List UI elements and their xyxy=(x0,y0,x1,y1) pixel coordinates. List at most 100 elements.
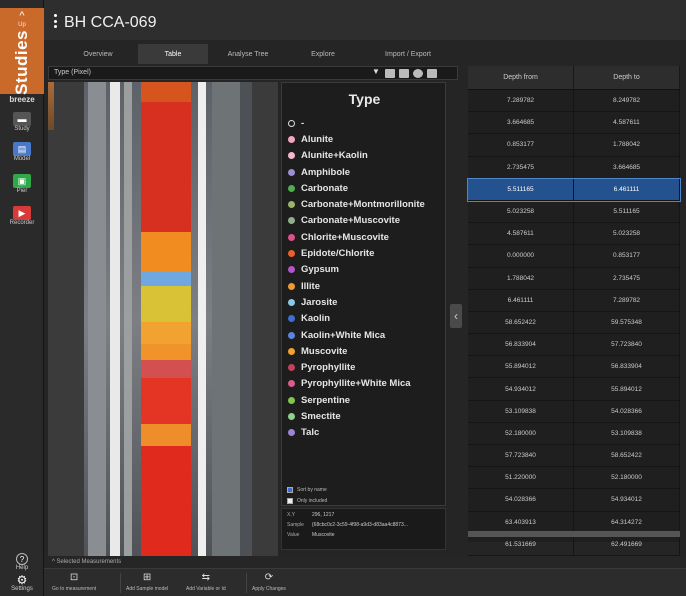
tab-import-export[interactable]: Import / Export xyxy=(358,44,458,64)
table-row[interactable]: 2.735475 3.664685 xyxy=(468,156,680,179)
image-view-icon[interactable] xyxy=(385,69,395,78)
list-view-icon[interactable] xyxy=(427,69,437,78)
cell-depth-from[interactable]: 57.723840 xyxy=(468,445,574,467)
legend-item[interactable]: Smectite xyxy=(288,408,425,424)
selected-measurements-bar[interactable]: ^ Selected Measurements xyxy=(44,556,686,568)
table-row[interactable]: 54.028366 54.934012 xyxy=(468,489,680,512)
cell-depth-to[interactable]: 55.894012 xyxy=(574,378,680,400)
table-row[interactable]: 3.664685 4.587611 xyxy=(468,112,680,135)
cell-depth-from[interactable]: 52.180000 xyxy=(468,422,574,444)
legend-item[interactable]: Carbonate xyxy=(288,180,425,196)
cell-depth-from[interactable]: 1.788042 xyxy=(468,267,574,289)
cell-depth-from[interactable]: 54.028366 xyxy=(468,489,574,511)
legend-item[interactable]: Illite xyxy=(288,278,425,294)
legend-item[interactable]: - xyxy=(288,115,425,131)
study-button[interactable]: ▬ Study xyxy=(4,106,40,138)
legend-item[interactable]: Carbonate+Montmorillonite xyxy=(288,196,425,212)
table-row[interactable]: 7.289782 8.249782 xyxy=(468,90,680,113)
legend-item[interactable]: Epidote/Chlorite xyxy=(288,245,425,261)
core-image-panel[interactable] xyxy=(48,82,278,556)
recorder-button[interactable]: ▶ Recorder xyxy=(4,200,40,232)
color-palette-icon[interactable] xyxy=(413,69,423,78)
legend-item[interactable]: Talc xyxy=(288,425,425,441)
cell-depth-from[interactable]: 0.000000 xyxy=(468,245,574,267)
cell-depth-to[interactable]: 64.314272 xyxy=(574,511,680,533)
core-thumbnail[interactable] xyxy=(48,82,54,130)
model-button[interactable]: ▤ Model xyxy=(4,136,40,168)
table-row[interactable]: 5.511165 6.461111 xyxy=(467,177,681,202)
legend-item[interactable]: Kaolin+White Mica xyxy=(288,327,425,343)
tab-explore[interactable]: Explore xyxy=(288,44,358,64)
cell-depth-from[interactable]: 5.511165 xyxy=(468,178,574,200)
cell-depth-from[interactable]: 54.934012 xyxy=(468,378,574,400)
table-row[interactable]: 54.934012 55.894012 xyxy=(468,378,680,401)
legend-item[interactable]: Serpentine xyxy=(288,392,425,408)
go-to-measurement-button[interactable]: ⊡ Go to measurement xyxy=(52,572,96,596)
tab-table[interactable]: Table xyxy=(138,44,208,64)
cell-depth-from[interactable]: 63.403913 xyxy=(468,511,574,533)
cell-depth-to[interactable]: 59.575348 xyxy=(574,311,680,334)
cell-depth-to[interactable]: 8.249782 xyxy=(574,90,680,112)
table-row[interactable]: 57.723840 58.652422 xyxy=(468,445,680,468)
legend-item[interactable]: Kaolin xyxy=(288,311,425,327)
cell-depth-from[interactable]: 4.587611 xyxy=(468,223,574,245)
tab-analyse-tree[interactable]: Analyse Tree xyxy=(208,44,288,64)
table-row[interactable]: 5.023258 5.511165 xyxy=(468,200,680,224)
column-header-depth-to[interactable]: Depth to xyxy=(574,66,680,89)
cell-depth-to[interactable]: 57.723840 xyxy=(574,334,680,356)
table-row[interactable]: 55.894012 56.833904 xyxy=(468,356,680,379)
cell-depth-to[interactable]: 4.587611 xyxy=(574,112,680,134)
cell-depth-from[interactable]: 7.289782 xyxy=(468,90,574,112)
table-row[interactable]: 58.652422 59.575348 xyxy=(468,311,680,335)
legend-item[interactable]: Jarosite xyxy=(288,294,425,310)
cell-depth-to[interactable]: 0.853177 xyxy=(574,245,680,267)
legend-item[interactable]: Pyrophyllite+White Mica xyxy=(288,376,425,392)
cell-depth-from[interactable]: 56.833904 xyxy=(468,334,574,356)
variable-select[interactable]: Type (Pixel) ▼ xyxy=(48,66,458,80)
cell-depth-to[interactable]: 53.109838 xyxy=(574,422,680,444)
table-horizontal-scrollbar[interactable] xyxy=(468,531,680,537)
cell-depth-to[interactable]: 54.934012 xyxy=(574,489,680,511)
cell-depth-from[interactable]: 3.664685 xyxy=(468,112,574,134)
table-row[interactable]: 51.220000 52.180000 xyxy=(468,467,680,490)
legend-item[interactable]: Carbonate+Muscovite xyxy=(288,213,425,229)
cell-depth-to[interactable]: 1.788042 xyxy=(574,134,680,156)
more-menu-icon[interactable] xyxy=(54,14,58,28)
cell-depth-from[interactable]: 6.461111 xyxy=(468,289,574,311)
legend-item[interactable]: Alunite xyxy=(288,131,425,147)
collapse-panel-button[interactable]: ‹ xyxy=(450,304,462,328)
cell-depth-from[interactable]: 51.220000 xyxy=(468,467,574,489)
tab-overview[interactable]: Overview xyxy=(58,44,138,64)
legend-item[interactable]: Chlorite+Muscovite xyxy=(288,229,425,245)
chevron-down-icon[interactable]: ▼ xyxy=(372,67,380,76)
table-row[interactable]: 0.853177 1.788042 xyxy=(468,134,680,157)
legend-item[interactable]: Gypsum xyxy=(288,262,425,278)
table-row[interactable]: 1.788042 2.735475 xyxy=(468,267,680,290)
cell-depth-from[interactable]: 53.109838 xyxy=(468,400,574,422)
cell-depth-to[interactable]: 7.289782 xyxy=(574,289,680,311)
cell-depth-from[interactable]: 0.853177 xyxy=(468,134,574,156)
legend-item[interactable]: Amphibole xyxy=(288,164,425,180)
cell-depth-to[interactable]: 6.461111 xyxy=(574,178,680,200)
settings-button[interactable]: ⚙ Settings xyxy=(4,572,40,594)
add-variable-button[interactable]: ⇆ Add Variable or Id xyxy=(186,572,226,596)
legend-item[interactable]: Alunite+Kaolin xyxy=(288,148,425,164)
cell-depth-to[interactable]: 2.735475 xyxy=(574,267,680,289)
table-row[interactable]: 0.000000 0.853177 xyxy=(468,245,680,268)
table-row[interactable]: 6.461111 7.289782 xyxy=(468,289,680,312)
legend-item[interactable]: Muscovite xyxy=(288,343,425,359)
apply-changes-button[interactable]: ⟳ Apply Changes xyxy=(252,572,286,596)
cell-depth-to[interactable]: 5.023258 xyxy=(574,223,680,245)
add-sample-model-button[interactable]: ⊞ Add Sample model xyxy=(126,572,168,596)
cell-depth-from[interactable]: 2.735475 xyxy=(468,156,574,178)
cell-depth-from[interactable]: 5.023258 xyxy=(468,200,574,223)
cell-depth-from[interactable]: 55.894012 xyxy=(468,356,574,378)
table-row[interactable]: 52.180000 53.109838 xyxy=(468,422,680,445)
cell-depth-to[interactable]: 58.652422 xyxy=(574,445,680,467)
only-included-checkbox[interactable]: Only included xyxy=(287,498,327,504)
cell-depth-to[interactable]: 56.833904 xyxy=(574,356,680,378)
cell-depth-to[interactable]: 54.028366 xyxy=(574,400,680,422)
cell-depth-from[interactable]: 58.652422 xyxy=(468,311,574,334)
table-row[interactable]: 53.109838 54.028366 xyxy=(468,400,680,423)
table-row[interactable]: 56.833904 57.723840 xyxy=(468,334,680,357)
